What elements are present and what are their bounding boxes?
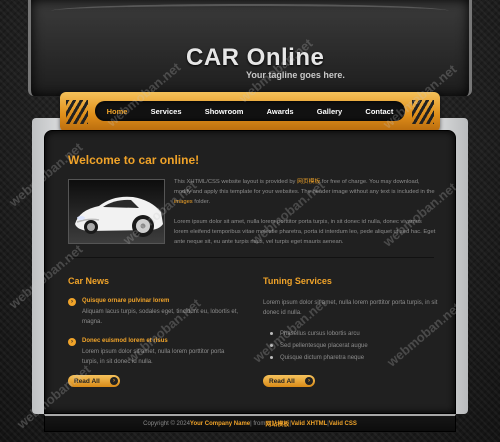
nav-contact[interactable]: Contact [365, 107, 393, 116]
valid-css-link[interactable]: Valid CSS [329, 421, 357, 427]
template-link[interactable]: 网页模板 [297, 179, 320, 185]
site-title: CAR Online [186, 44, 325, 71]
section-divider [68, 257, 434, 258]
intro-paragraph-2: Lorem ipsum dolor sit amet, nulla lorem … [174, 219, 436, 245]
nav-awards[interactable]: Awards [267, 107, 294, 116]
news-item: › Quisque ornare pulvinar lorem Aliquam … [68, 298, 238, 327]
company-link[interactable]: Your Company Name [190, 421, 250, 427]
list-item[interactable]: Sed pellentesque placerat augue [270, 340, 368, 352]
valid-xhtml-link[interactable]: Valid XHTML [291, 421, 327, 427]
car-news-title: Car News [68, 276, 110, 286]
arrow-icon: › [305, 377, 313, 385]
list-item[interactable]: Phasellus cursus lobortis arcu [270, 328, 368, 340]
tuning-services-title: Tuning Services [263, 276, 332, 286]
car-image [68, 179, 165, 244]
nav-showroom[interactable]: Showroom [205, 107, 244, 116]
welcome-title: Welcome to car online! [68, 153, 200, 167]
car-news-read-all-button[interactable]: Read All › [68, 375, 120, 387]
images-link[interactable]: images [174, 199, 193, 205]
intro-paragraph: This XHTML/CSS website layout is provide… [174, 179, 435, 205]
tuning-read-all-button[interactable]: Read All › [263, 375, 315, 387]
arrow-icon: › [68, 298, 76, 306]
nav-services[interactable]: Services [151, 107, 182, 116]
site-tagline: Your tagline goes here. [246, 70, 345, 80]
news-item: › Donec euismod lorem et risus Lorem ips… [68, 338, 238, 367]
main-nav: Home Services Showroom Awards Gallery Co… [95, 101, 405, 121]
news-item-title[interactable]: Donec euismod lorem et risus [82, 338, 238, 344]
content-panel [44, 130, 456, 414]
welcome-intro: This XHTML/CSS website layout is provide… [174, 177, 436, 247]
from-link[interactable]: 网站模板 [265, 419, 289, 428]
news-item-body: Lorem ipsum dolor sit amet, nulla lorem … [82, 349, 225, 365]
site-footer: Copyright © 2024 Your Company Name | fro… [44, 414, 456, 432]
nav-gallery[interactable]: Gallery [317, 107, 342, 116]
list-item[interactable]: Quisque dictum pharetra neque [270, 352, 368, 364]
arrow-icon: › [110, 377, 118, 385]
news-item-title[interactable]: Quisque ornare pulvinar lorem [82, 298, 238, 304]
tuning-list: Phasellus cursus lobortis arcu Sed pelle… [270, 328, 368, 364]
news-item-body: Aliquam lacus turpis, sodales eget, tinc… [82, 309, 239, 325]
nav-home[interactable]: Home [107, 107, 128, 116]
arrow-icon: › [68, 338, 76, 346]
tuning-text: Lorem ipsum dolor sit amet, nulla lorem … [263, 300, 438, 316]
